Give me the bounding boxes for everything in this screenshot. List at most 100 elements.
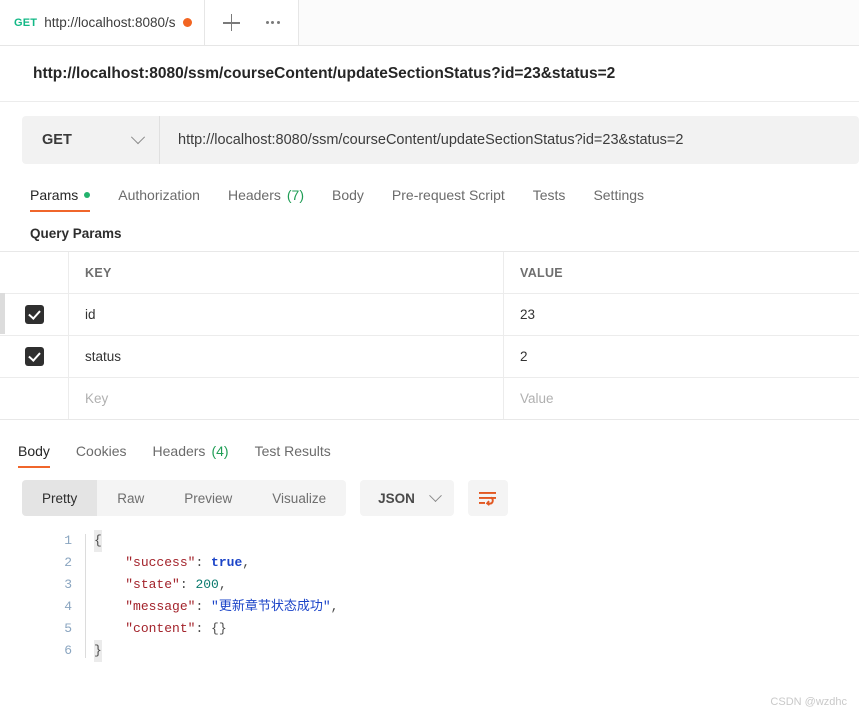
- word-wrap-icon: [478, 491, 496, 506]
- json-string: "更新章节状态成功": [211, 599, 331, 614]
- url-input[interactable]: http://localhost:8080/ssm/courseContent/…: [160, 116, 859, 164]
- url-bar-wrapper: GET http://localhost:8080/ssm/courseCont…: [0, 102, 859, 164]
- response-body-code[interactable]: 1 { 2 "success": true, 3 "state": 200, 4…: [0, 530, 859, 662]
- response-tab-cookies[interactable]: Cookies: [76, 443, 127, 468]
- new-value-input[interactable]: Value: [504, 378, 859, 419]
- json-boolean: true: [211, 555, 243, 570]
- checkbox-checked-icon[interactable]: [24, 347, 44, 366]
- code-gutter-divider: [85, 534, 86, 658]
- json-comma: ,: [242, 555, 251, 570]
- url-bar: GET http://localhost:8080/ssm/courseCont…: [22, 116, 859, 164]
- request-tab[interactable]: GET http://localhost:8080/s: [0, 0, 205, 45]
- tab-actions: [204, 0, 300, 45]
- row-key[interactable]: id: [69, 294, 504, 335]
- table-row[interactable]: id 23: [0, 294, 859, 336]
- json-key: "content": [125, 621, 196, 636]
- query-params-heading: Query Params: [30, 226, 122, 241]
- page-title: http://localhost:8080/ssm/courseContent/…: [33, 64, 616, 82]
- language-label: JSON: [378, 490, 415, 506]
- row-value[interactable]: 2: [504, 336, 859, 377]
- code-line: 6 }: [46, 640, 859, 662]
- unsaved-dot-icon: [182, 18, 192, 27]
- json-key: "message": [125, 599, 196, 614]
- code-content: "state": 200,: [94, 574, 227, 596]
- json-separator: :: [179, 577, 196, 592]
- tab-settings-label: Settings: [593, 187, 645, 203]
- code-content: "message": "更新章节状态成功",: [94, 596, 338, 618]
- code-line: 2 "success": true,: [46, 552, 859, 574]
- table-row[interactable]: status 2: [0, 336, 859, 378]
- request-tab-url: http://localhost:8080/s: [44, 15, 176, 30]
- code-line: 4 "message": "更新章节状态成功",: [46, 596, 859, 618]
- tab-headers[interactable]: Headers (7): [228, 187, 304, 212]
- tab-authorization-label: Authorization: [118, 187, 200, 203]
- chevron-down-icon: [130, 130, 146, 145]
- code-line: 5 "content": {}: [46, 618, 859, 640]
- chevron-down-icon: [428, 488, 442, 502]
- table-scrollbar[interactable]: [0, 293, 5, 334]
- method-select[interactable]: GET: [22, 116, 160, 164]
- table-row-empty[interactable]: Key Value: [0, 378, 859, 419]
- json-comma: ,: [218, 577, 227, 592]
- format-segmented-control: Pretty Raw Preview Visualize: [22, 480, 347, 516]
- row-checkbox-cell[interactable]: [0, 294, 69, 335]
- json-separator: :: [195, 555, 212, 570]
- line-number: 1: [64, 533, 72, 548]
- response-tab-headers-count: (4): [211, 443, 229, 459]
- json-empty-object: {}: [211, 621, 227, 636]
- tab-bar: GET http://localhost:8080/s: [0, 0, 859, 46]
- plus-icon[interactable]: [222, 14, 240, 31]
- new-key-input[interactable]: Key: [69, 378, 504, 419]
- request-tab-method: GET: [14, 16, 38, 29]
- row-checkbox-cell[interactable]: [0, 336, 69, 377]
- word-wrap-button[interactable]: [467, 480, 508, 516]
- code-content: "content": {}: [94, 618, 227, 640]
- json-separator: :: [195, 599, 212, 614]
- language-select[interactable]: JSON: [360, 480, 454, 516]
- tab-params[interactable]: Params: [30, 187, 91, 212]
- response-tab-body-label: Body: [18, 443, 50, 459]
- format-pretty[interactable]: Pretty: [22, 480, 98, 516]
- row-value[interactable]: 23: [504, 294, 859, 335]
- header-checkbox-cell: [0, 252, 69, 293]
- line-number: 2: [64, 555, 72, 570]
- tab-tests-label: Tests: [532, 187, 566, 203]
- tab-headers-count: (7): [286, 187, 304, 203]
- format-raw[interactable]: Raw: [97, 480, 164, 516]
- table-header-row: KEY VALUE: [0, 252, 859, 294]
- json-key: "success": [125, 555, 196, 570]
- code-close-brace: }: [94, 640, 102, 662]
- checkbox-checked-icon[interactable]: [24, 305, 44, 324]
- response-tab-test-results[interactable]: Test Results: [255, 443, 331, 468]
- request-title-row: http://localhost:8080/ssm/courseContent/…: [0, 46, 859, 102]
- line-number: 3: [64, 577, 72, 592]
- code-content: "success": true,: [94, 552, 250, 574]
- row-checkbox-cell[interactable]: [0, 378, 69, 419]
- tab-body[interactable]: Body: [332, 187, 364, 212]
- response-format-bar: Pretty Raw Preview Visualize JSON: [0, 468, 859, 516]
- format-visualize[interactable]: Visualize: [252, 480, 346, 516]
- tab-pre-request-script[interactable]: Pre-request Script: [392, 187, 505, 212]
- params-modified-dot-icon: [84, 192, 91, 198]
- row-key[interactable]: status: [69, 336, 504, 377]
- header-value: VALUE: [520, 265, 563, 280]
- tab-settings[interactable]: Settings: [593, 187, 644, 212]
- format-preview[interactable]: Preview: [164, 480, 252, 516]
- tab-pre-request-script-label: Pre-request Script: [391, 187, 505, 203]
- line-number: 5: [64, 621, 72, 636]
- tab-headers-label: Headers: [227, 187, 281, 203]
- tab-tests[interactable]: Tests: [533, 187, 566, 212]
- method-label: GET: [42, 132, 72, 148]
- line-number: 4: [64, 599, 72, 614]
- json-key: "state": [125, 577, 180, 592]
- response-tab-cookies-label: Cookies: [75, 443, 127, 459]
- response-tab-test-results-label: Test Results: [254, 443, 331, 459]
- response-tab-headers[interactable]: Headers (4): [153, 443, 229, 468]
- tab-authorization[interactable]: Authorization: [118, 187, 200, 212]
- json-number: 200: [195, 577, 219, 592]
- more-options-icon[interactable]: [265, 20, 281, 25]
- watermark: CSDN @wzdhc: [770, 696, 847, 708]
- response-tab-headers-label: Headers: [152, 443, 206, 459]
- json-separator: :: [195, 621, 212, 636]
- response-tab-body[interactable]: Body: [18, 443, 50, 468]
